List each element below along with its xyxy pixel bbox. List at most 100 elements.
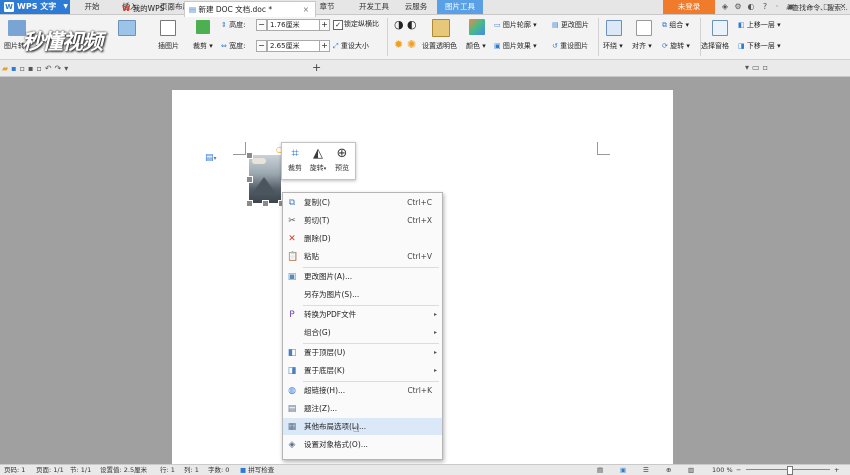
rotate-button[interactable]: ⟳ 旋转 ▾ (662, 41, 690, 51)
paragraph-layout-icon[interactable]: ▤▾ (205, 153, 217, 164)
color-icon[interactable] (469, 19, 485, 35)
align-button[interactable]: 对齐 ▾ (632, 41, 652, 51)
skin-icon[interactable]: ◈ (720, 2, 730, 12)
feedback-icon[interactable]: ◐ (746, 2, 756, 12)
wrap-icon[interactable] (606, 20, 622, 36)
save-icon[interactable]: ▪ (11, 64, 19, 73)
context-menu-label: 置于顶层(U) (304, 348, 346, 357)
resize-handle-nw[interactable] (246, 152, 253, 159)
new-tab-icon[interactable]: + (312, 61, 321, 75)
selection-pane-button[interactable]: 选择窗格 (701, 41, 729, 51)
context-menu-item[interactable]: 📋 粘贴 Ctrl+V (283, 248, 442, 265)
submenu-arrow-icon: ▸ (433, 329, 437, 336)
width-increment-button[interactable]: + (319, 40, 330, 52)
context-menu-label: 另存为图片(S)... (304, 290, 360, 299)
context-menu-label: 组合(G) (304, 328, 331, 337)
resize-handle-sw[interactable] (246, 200, 253, 207)
app-menu-button[interactable]: W WPS 文字 ▼ (0, 0, 70, 14)
selection-pane-icon[interactable] (712, 20, 728, 36)
context-menu-item[interactable]: ✕ 删除(D) (283, 230, 442, 247)
tab-menu-7[interactable]: 开发工具 (352, 0, 396, 14)
login-button[interactable]: 未登录 (663, 0, 715, 14)
settings-icon[interactable]: ⚙ (733, 2, 743, 12)
selected-picture[interactable] (249, 155, 281, 203)
width-decrement-button[interactable]: − (256, 40, 267, 52)
width-label: ⇔ 宽度: (221, 42, 246, 50)
set-transparent-icon[interactable] (432, 19, 450, 37)
mini-crop-button[interactable]: ⌗ 裁剪 (284, 145, 306, 177)
tab-menu-6[interactable]: 章节 (313, 0, 341, 14)
context-menu-item[interactable]: ✂ 剪切(T) Ctrl+X (283, 212, 442, 229)
crop-button[interactable]: 裁剪 ▾ (193, 41, 213, 51)
context-menu-item[interactable]: ◨ 置于底层(K) ▸ (283, 362, 442, 379)
group-button[interactable]: ⧉ 组合 ▾ (662, 20, 689, 30)
height-input[interactable]: 1.76厘米 (267, 19, 320, 31)
close-tab-icon[interactable]: × (303, 2, 309, 17)
change-picture-button[interactable]: ▤ 更改图片 (552, 20, 589, 30)
tab-my-wps[interactable]: W 我的WPS × (118, 1, 188, 16)
document-tab-bar (0, 60, 850, 77)
lock-ratio-checkbox[interactable]: ✓ (333, 20, 343, 30)
mouse-cursor-icon: ☝ (353, 422, 360, 435)
cut-icon: ✂ (288, 216, 296, 226)
rotate-ribbon-icon: ⟳ (662, 42, 668, 50)
open-folder-icon[interactable]: ▰ (2, 64, 11, 73)
context-menu-item[interactable]: ◍ 超链接(H)... Ctrl+K (283, 382, 442, 399)
context-menu-item[interactable]: ▣ 更改图片(A)... (283, 268, 442, 285)
context-menu-item[interactable]: ▤ 题注(Z)... (283, 400, 442, 417)
command-search[interactable]: ⌕ 查找命令、搜索... (786, 1, 848, 15)
more-icon[interactable]: ▾ (64, 64, 71, 73)
resize-handle-w[interactable] (246, 176, 253, 183)
export-icon[interactable]: ▫ (36, 64, 44, 73)
tab-document[interactable]: ▤ 新建 DOC 文档.doc * × (184, 1, 316, 17)
mini-preview-button[interactable]: ⊕ 预览 (331, 145, 353, 177)
context-menu-item[interactable]: ◧ 置于顶层(U) ▸ (283, 344, 442, 361)
undo-icon[interactable]: ↶ (45, 64, 55, 73)
copy-icon: ⧉ (288, 198, 296, 208)
context-menu-item[interactable]: 另存为图片(S)... (283, 286, 442, 303)
paste-icon: 📋 (287, 252, 299, 262)
picture-outline-button[interactable]: ▭ 图片轮廓 ▾ (494, 20, 537, 30)
print-preview-icon[interactable]: ▫ (20, 64, 28, 73)
redo-icon[interactable]: ↷ (55, 64, 65, 73)
picture-effects-button[interactable]: ▣ 图片效果 ▾ (494, 41, 537, 51)
context-menu-item[interactable]: 组合(G) ▸ (283, 324, 442, 341)
contrast-icon[interactable]: ◑ (394, 19, 404, 31)
picture-frame-icon[interactable] (160, 20, 176, 36)
submenu-arrow-icon: ▸ (433, 311, 437, 318)
search-icon: ⌕ (786, 4, 790, 12)
brightness-decrease-icon[interactable]: ✺ (407, 39, 416, 51)
reset-picture-button[interactable]: ↺ 重设图片 (552, 41, 588, 51)
contrast-decrease-icon[interactable]: ◐ (407, 19, 417, 31)
context-menu-item[interactable]: ⧉ 复制(C) Ctrl+C (283, 194, 442, 211)
context-menu-item[interactable]: ◈ 设置对象格式(O)... (283, 436, 442, 453)
wrap-button[interactable]: 环绕 ▾ (603, 41, 623, 51)
height-increment-button[interactable]: + (319, 19, 330, 31)
reset-size-button[interactable]: ⤢ 重设大小 (333, 41, 369, 51)
bring-forward-button[interactable]: ◧ 上移一层 ▾ (738, 20, 781, 30)
crop-ribbon-icon[interactable] (196, 20, 210, 34)
align-icon[interactable] (636, 20, 652, 36)
lock-icon[interactable]: ▫ (763, 63, 771, 72)
pin-icon[interactable]: ▾ (745, 63, 752, 72)
resize-handle-s[interactable] (262, 200, 269, 207)
dropdown-icon[interactable]: · (772, 2, 782, 12)
width-input[interactable]: 2.65厘米 (267, 40, 320, 52)
tab-menu-8[interactable]: 云服务 (398, 0, 434, 14)
help-icon[interactable]: ? (760, 2, 770, 12)
color-button[interactable]: 颜色 ▾ (466, 41, 486, 51)
context-menu-item[interactable]: P 转换为PDF文件 ▸ (283, 306, 442, 323)
height-decrement-button[interactable]: − (256, 19, 267, 31)
submenu-arrow-icon: ▸ (433, 349, 437, 356)
tab-menu-9[interactable]: 图片工具 (437, 0, 483, 14)
send-backward-button[interactable]: ◨ 下移一层 ▾ (738, 41, 781, 51)
layout-icon[interactable]: ▭ (752, 63, 763, 72)
brightness-increase-icon[interactable]: ✹ (394, 39, 403, 51)
context-menu-item[interactable]: ▦ 其他布局选项(L)... (283, 418, 442, 435)
context-menu-shortcut: Ctrl+C (407, 198, 432, 207)
mini-rotate-button[interactable]: ◭ 旋转▾ (307, 145, 329, 177)
tab-menu-0[interactable]: 开始 (78, 0, 106, 14)
set-transparent-button[interactable]: 设置透明色 (422, 41, 457, 51)
picture-sky (252, 158, 266, 164)
close-tab-icon[interactable]: × (167, 4, 173, 13)
